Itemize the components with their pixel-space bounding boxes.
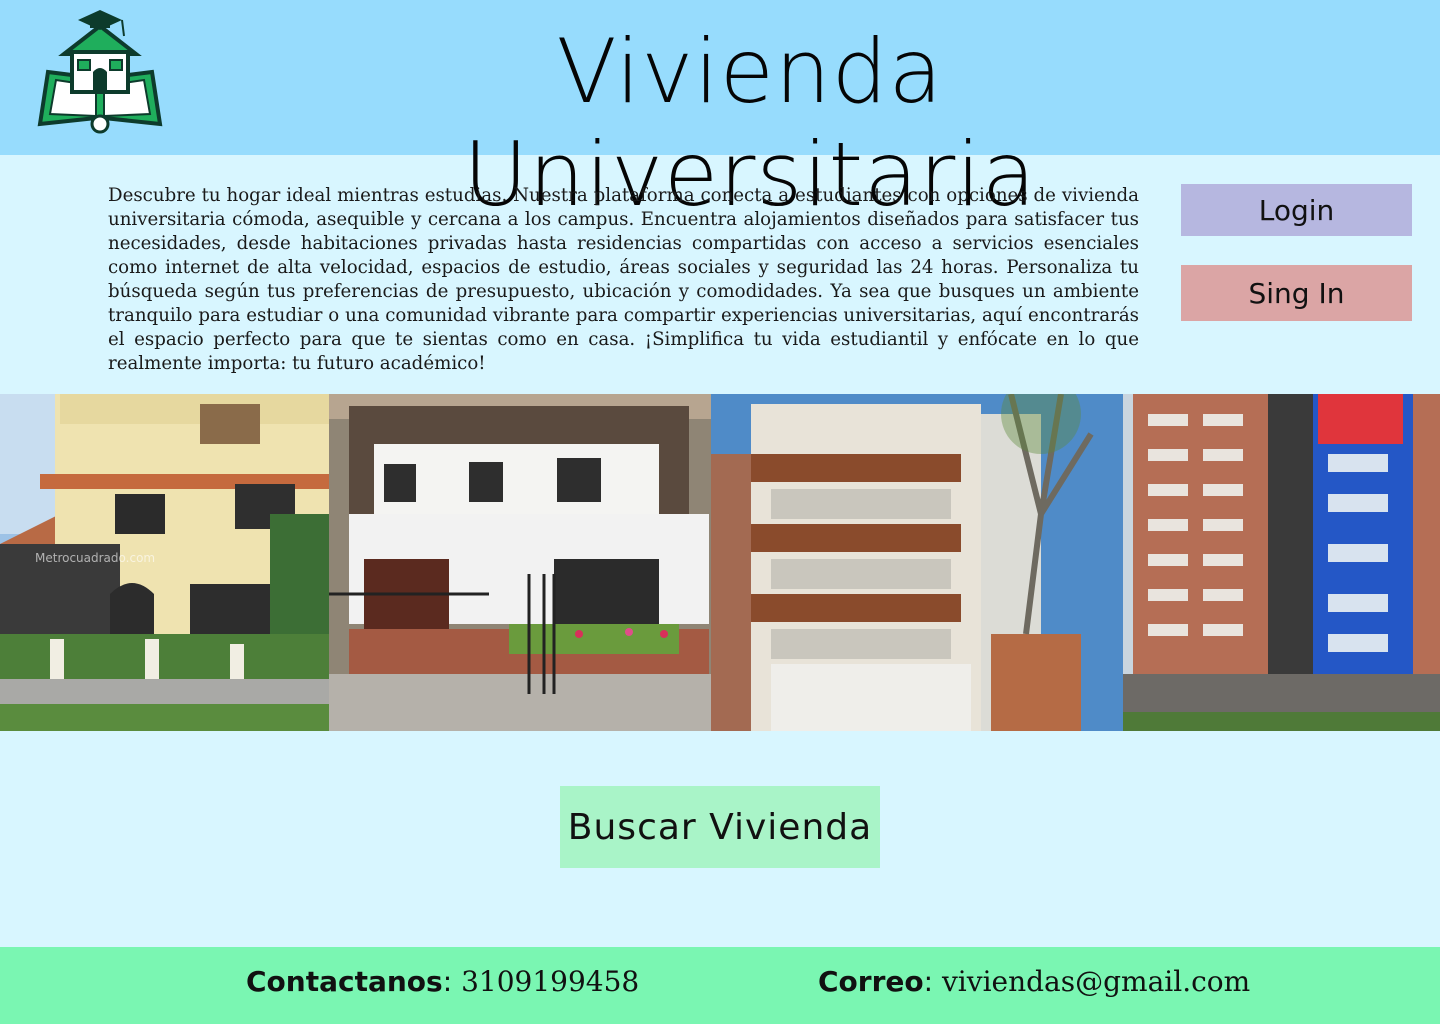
house-photo-3: [711, 394, 1123, 731]
contact-label: Contactanos: [246, 965, 443, 998]
house-photo-2: [329, 394, 711, 731]
housing-gallery: Metrocuadrado.com: [0, 394, 1440, 731]
contact-phone[interactable]: 3109199458: [461, 965, 639, 998]
header: Vivienda Universitaria: [0, 0, 1440, 226]
house-photo-1: Metrocuadrado.com: [0, 394, 329, 731]
contact-info: Contactanos: 3109199458: [246, 965, 640, 998]
signin-button[interactable]: Sing In: [1181, 265, 1412, 321]
login-button[interactable]: Login: [1181, 184, 1412, 236]
house-book-logo-icon[interactable]: [34, 6, 166, 134]
mail-info: Correo: viviendas@gmail.com: [818, 965, 1251, 998]
footer: Contactanos: 3109199458 Correo: vivienda…: [0, 947, 1440, 1024]
house-photo-4: [1123, 394, 1440, 731]
search-housing-button[interactable]: Buscar Vivienda: [560, 786, 880, 868]
mail-address[interactable]: viviendas@gmail.com: [942, 965, 1250, 998]
watermark-text: Metrocuadrado.com: [35, 551, 155, 565]
intro-paragraph: Descubre tu hogar ideal mientras estudia…: [108, 185, 1139, 374]
mail-label: Correo: [818, 965, 924, 998]
